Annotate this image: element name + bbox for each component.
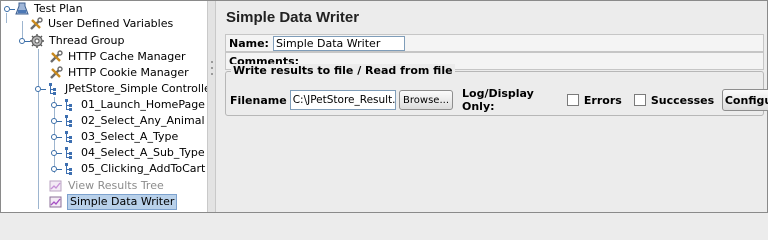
splitter-grip [211, 61, 213, 63]
errors-checkbox[interactable] [566, 94, 579, 106]
controller-icon [65, 115, 72, 127]
controller-icon [49, 83, 56, 95]
page-title: Simple Data Writer [226, 9, 360, 26]
tree-toggle-handle[interactable] [51, 102, 62, 108]
tree-item-simple-data-writer[interactable]: Simple Data Writer [49, 194, 178, 210]
test-plan-icon [15, 2, 29, 15]
tree-item-label: HTTP Cache Manager [68, 50, 186, 63]
tree-item-label: HTTP Cookie Manager [68, 66, 189, 79]
tree-item-http-cache-manager[interactable]: HTTP Cache Manager [49, 49, 187, 65]
name-row: Name: [225, 34, 764, 52]
tree-item-03-select-a-type[interactable]: 03_Select_A_Type [51, 129, 179, 145]
controller-icon [65, 99, 72, 111]
tree-item-view-results-tree[interactable]: View Results Tree [49, 178, 165, 194]
tree-item-jpetstore-simple-controller[interactable]: JPetStore_Simple Controller [35, 81, 207, 97]
successes-checkbox[interactable] [633, 94, 646, 106]
tree-toggle-handle[interactable] [51, 166, 62, 172]
name-label: Name: [229, 36, 269, 50]
tree-item-label: User Defined Variables [48, 17, 174, 30]
errors-label: Errors [583, 93, 622, 107]
tree-item-label: 03_Select_A_Type [81, 130, 179, 143]
tree-item-label: Test Plan [34, 2, 83, 15]
gear-icon [30, 34, 44, 48]
splitter-grip [211, 67, 213, 69]
wrench-icon [30, 17, 43, 30]
tree-item-label: View Results Tree [68, 179, 164, 192]
filename-label: Filename [230, 93, 287, 107]
tree-connector [38, 49, 39, 209]
tree-item-label: 02_Select_Any_Animal [81, 114, 205, 127]
tree-item-05-clicking-addtocart[interactable]: 05_Clicking_AddToCart [51, 161, 206, 177]
element-config-panel: Simple Data Writer Name: Comments: Write… [216, 1, 768, 212]
tree-item-user-defined-variables[interactable]: User Defined Variables [29, 16, 174, 32]
tree-toggle-handle[interactable] [4, 6, 15, 12]
tree-toggle-handle[interactable] [19, 38, 30, 44]
group-title: Write results to file / Read from file [231, 64, 455, 77]
tree-item-02-select-any-animal[interactable]: 02_Select_Any_Animal [51, 113, 206, 129]
configure-button[interactable]: Configure [722, 89, 768, 111]
controller-icon [65, 131, 72, 143]
jmeter-window: Test Plan User Defined Variables Thread … [0, 0, 768, 213]
name-field[interactable] [272, 35, 405, 51]
successes-option[interactable]: Successes [633, 93, 715, 107]
tree-item-label: JPetStore_Simple Controller [65, 82, 207, 95]
tree-item-label: Simple Data Writer [67, 194, 178, 210]
listener-icon [49, 196, 62, 208]
tree-toggle-handle[interactable] [35, 86, 46, 92]
write-results-group: Write results to file / Read from file F… [225, 64, 768, 116]
tree-item-label: 05_Clicking_AddToCart [81, 162, 206, 175]
tree-item-01-launch-homepage[interactable]: 01_Launch_HomePage [51, 97, 206, 113]
tree-item-test-plan[interactable]: Test Plan [4, 1, 84, 17]
tree-item-label: 01_Launch_HomePage [81, 98, 205, 111]
tree-toggle-handle[interactable] [51, 134, 62, 140]
browse-button[interactable]: Browse... [399, 90, 453, 110]
tree-item-http-cookie-manager[interactable]: HTTP Cookie Manager [49, 65, 190, 81]
tree-item-thread-group[interactable]: Thread Group [19, 33, 125, 49]
tree-item-label: 04_Select_A_Sub_Type [81, 146, 205, 159]
controller-icon [65, 163, 72, 175]
errors-option[interactable]: Errors [566, 93, 622, 107]
wrench-icon [50, 50, 63, 63]
tree-item-label: Thread Group [49, 34, 125, 47]
wrench-icon [50, 66, 63, 79]
log-display-label: Log/Display Only: [462, 87, 534, 113]
splitter-grip [211, 73, 213, 75]
test-plan-tree[interactable]: Test Plan User Defined Variables Thread … [1, 1, 207, 212]
successes-label: Successes [650, 93, 715, 107]
filename-row: Filename C:\JPetStore_Result.csv Browse.… [230, 87, 768, 113]
panel-splitter[interactable] [207, 1, 216, 212]
tree-item-04-select-a-sub-type[interactable]: 04_Select_A_Sub_Type [51, 145, 206, 161]
listener-icon [49, 180, 62, 192]
tree-toggle-handle[interactable] [51, 150, 62, 156]
controller-icon [65, 147, 72, 159]
tree-toggle-handle[interactable] [51, 118, 62, 124]
filename-field[interactable]: C:\JPetStore_Result.csv [289, 90, 397, 110]
